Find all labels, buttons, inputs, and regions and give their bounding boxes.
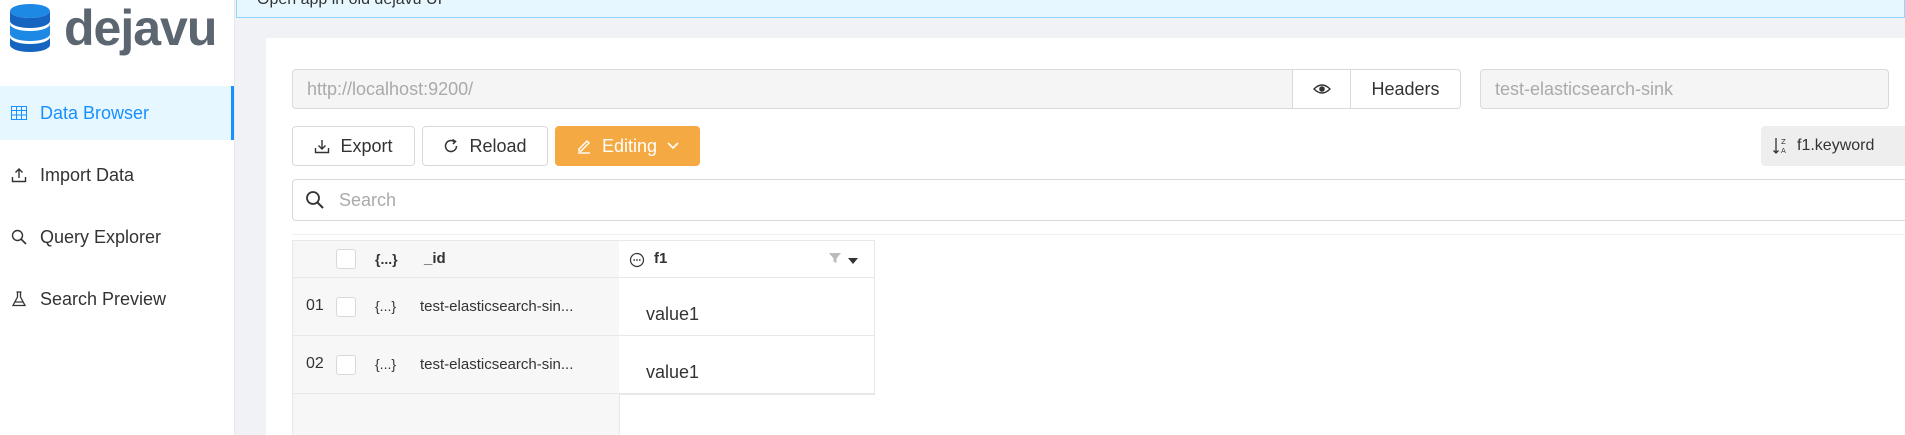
sort-ascending-icon: ZA xyxy=(1773,138,1786,155)
row-number: 01 xyxy=(306,297,324,314)
sidebar-item-data-browser[interactable]: Data Browser xyxy=(0,86,234,140)
row-checkbox[interactable] xyxy=(336,297,356,317)
download-icon xyxy=(315,140,330,154)
search-icon xyxy=(306,191,324,209)
divider xyxy=(292,234,1905,235)
sidebar-item-label: Data Browser xyxy=(40,102,150,123)
search-input[interactable]: Search xyxy=(339,190,396,211)
sidebar-item-query-explorer[interactable]: Query Explorer xyxy=(0,210,234,264)
json-header-label: {...} xyxy=(375,251,398,267)
search-icon xyxy=(10,228,28,246)
index-input[interactable]: test-elasticsearch-sink xyxy=(1480,69,1889,109)
f1-cell[interactable]: value1 xyxy=(646,304,699,325)
sort-label: f1.keyword xyxy=(1797,137,1875,154)
sort-button[interactable]: ZA f1.keyword xyxy=(1761,126,1905,166)
editing-dropdown-button[interactable]: Editing xyxy=(555,126,700,166)
headers-button[interactable]: Headers xyxy=(1351,69,1461,109)
reload-icon xyxy=(445,138,458,153)
text-type-icon xyxy=(629,252,645,273)
filter-icon[interactable] xyxy=(828,251,842,270)
column-header-id[interactable]: _id xyxy=(424,250,446,267)
editing-label: Editing xyxy=(601,135,658,156)
dejavu-logo[interactable]: dejavu xyxy=(6,0,217,56)
eye-icon xyxy=(1312,84,1331,94)
sidebar: dejavu Data Browser Import Data Query Ex… xyxy=(0,0,235,435)
sidebar-item-label: Search Preview xyxy=(40,288,167,309)
row-number: 02 xyxy=(306,355,324,372)
connection-bar: http://localhost:9200/ Headers xyxy=(292,69,1461,109)
column-header-f1[interactable]: f1 xyxy=(654,250,667,267)
id-cell[interactable]: test-elasticsearch-sin... xyxy=(420,356,573,373)
upload-icon xyxy=(10,166,28,184)
export-button[interactable]: Export xyxy=(292,126,415,166)
url-input[interactable]: http://localhost:9200/ xyxy=(292,69,1293,109)
sidebar-item-label: Import Data xyxy=(40,164,135,185)
json-view-button[interactable]: {...} xyxy=(375,298,396,314)
reload-button[interactable]: Reload xyxy=(422,126,548,166)
table-row: 02 {...} test-elasticsearch-sin... value… xyxy=(292,336,874,394)
reload-label: Reload xyxy=(469,135,527,156)
table-icon xyxy=(10,104,28,122)
database-logo-icon xyxy=(10,4,50,52)
sidebar-item-import-data[interactable]: Import Data xyxy=(0,148,234,202)
json-view-button[interactable]: {...} xyxy=(375,356,396,372)
old-ui-banner[interactable]: Open app in old dejavu UI xyxy=(236,0,1905,18)
main-content: http://localhost:9200/ Headers test-elas… xyxy=(266,38,1905,435)
search-bar[interactable]: Search xyxy=(292,179,1905,221)
select-all-checkbox[interactable] xyxy=(336,249,356,269)
flask-icon xyxy=(10,290,28,308)
chevron-down-icon xyxy=(667,142,679,150)
banner-text: Open app in old dejavu UI xyxy=(257,0,442,9)
id-cell[interactable]: test-elasticsearch-sin... xyxy=(420,298,573,315)
sidebar-item-label: Query Explorer xyxy=(40,226,162,247)
sidebar-item-search-preview[interactable]: Search Preview xyxy=(0,272,234,326)
row-checkbox[interactable] xyxy=(336,355,356,375)
table-header: {...} _id f1 xyxy=(292,240,874,278)
sidebar-nav: Data Browser Import Data Query Explorer … xyxy=(0,86,234,334)
logo-text: dejavu xyxy=(64,0,217,56)
show-password-button[interactable] xyxy=(1293,69,1351,109)
svg-text:Z: Z xyxy=(1781,138,1786,146)
svg-text:A: A xyxy=(1781,147,1786,155)
edit-icon xyxy=(577,140,590,154)
table-row: 01 {...} test-elasticsearch-sin... value… xyxy=(292,278,874,336)
export-label: Export xyxy=(340,135,393,156)
caret-down-icon[interactable] xyxy=(847,253,859,271)
f1-cell[interactable]: value1 xyxy=(646,362,699,383)
